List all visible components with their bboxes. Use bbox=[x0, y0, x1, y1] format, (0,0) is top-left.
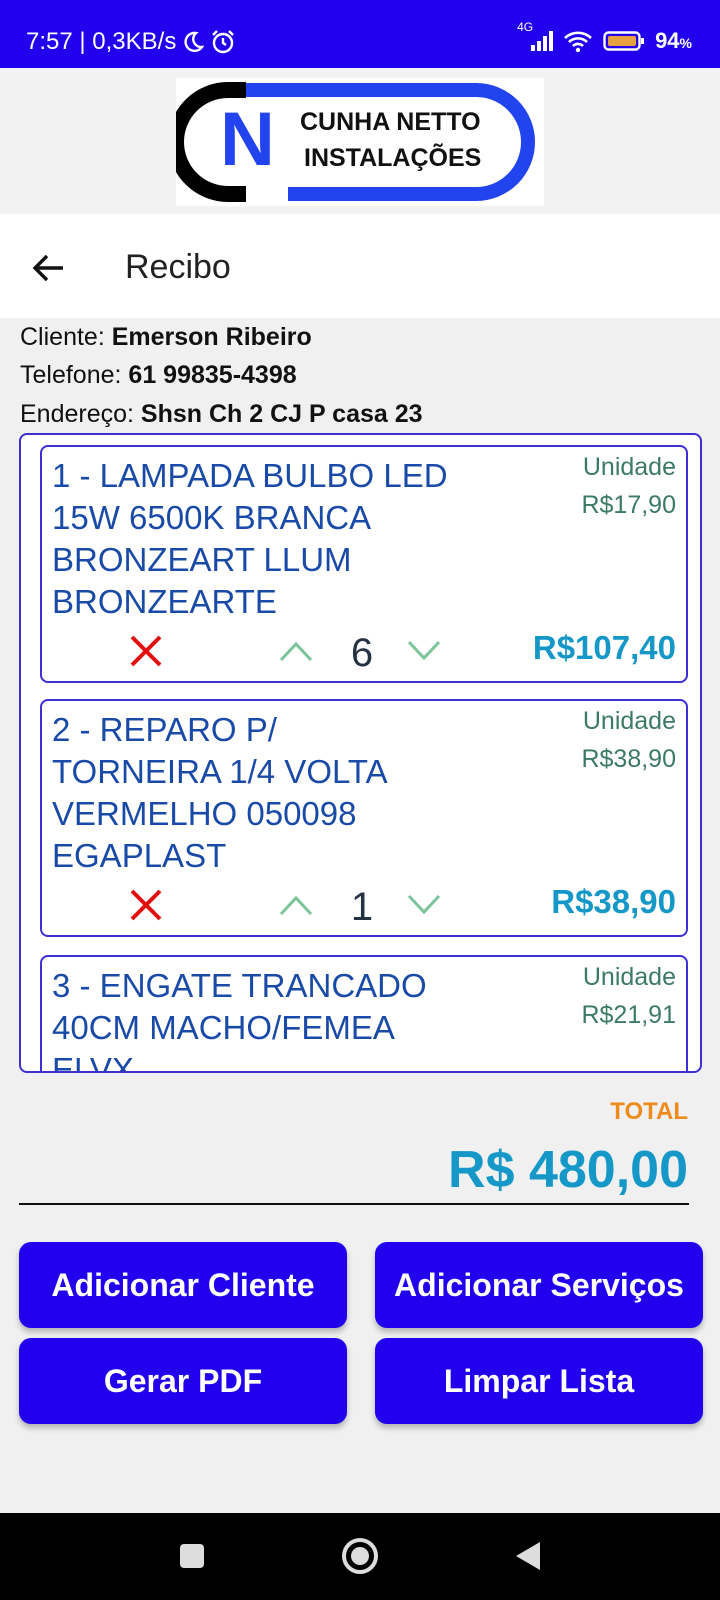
chevron-up-icon[interactable] bbox=[278, 639, 314, 663]
divider bbox=[19, 1203, 689, 1205]
list-item[interactable]: 3 - ENGATE TRANCADO 40CM MACHO/FEMEA ELV… bbox=[40, 955, 688, 1073]
logo-line2: INSTALAÇÕES bbox=[304, 144, 482, 172]
item-subtotal: R$107,40 bbox=[532, 629, 676, 666]
client-address-label: Endereço: bbox=[20, 400, 141, 428]
client-name-label: Cliente: bbox=[20, 323, 112, 351]
items-list[interactable]: 1 - LAMPADA BULBO LED 15W 6500K BRANCA B… bbox=[19, 433, 702, 1073]
list-item[interactable]: 1 - LAMPADA BULBO LED 15W 6500K BRANCA B… bbox=[40, 445, 688, 683]
list-item[interactable]: 2 - REPARO P/ TORNEIRA 1/4 VOLTA VERMELH… bbox=[40, 699, 688, 937]
client-phone: 61 99835-4398 bbox=[128, 361, 297, 389]
remove-x-icon[interactable] bbox=[128, 887, 164, 923]
page-title: Recibo bbox=[125, 248, 231, 286]
logo-letter: N bbox=[220, 97, 275, 182]
network-type: 4G bbox=[517, 20, 534, 34]
item-quantity: 6 bbox=[350, 631, 374, 675]
chevron-up-icon[interactable] bbox=[278, 893, 314, 917]
chevron-down-icon[interactable] bbox=[406, 639, 442, 663]
item-unit-label: Unidade bbox=[582, 707, 676, 735]
client-phone-row: Telefone: 61 99835-4398 bbox=[20, 361, 297, 390]
alarm-icon bbox=[210, 29, 236, 55]
item-name: 2 - REPARO P/ TORNEIRA 1/4 VOLTA VERMELH… bbox=[52, 711, 386, 874]
item-name: 3 - ENGATE TRANCADO 40CM MACHO/FEMEA ELV… bbox=[52, 967, 427, 1073]
client-address-row: Endereço: Shsn Ch 2 CJ P casa 23 bbox=[20, 400, 423, 429]
moon-icon bbox=[182, 31, 205, 53]
status-bar: 7:57 | 0,3KB/s 4G 94% bbox=[0, 0, 720, 68]
client-name-row: Cliente: Emerson Ribeiro bbox=[20, 323, 312, 352]
company-logo: N CUNHA NETTO INSTALAÇÕES bbox=[168, 78, 544, 206]
client-name: Emerson Ribeiro bbox=[111, 323, 312, 351]
item-quantity: 1 bbox=[350, 885, 374, 929]
remove-x-icon[interactable] bbox=[128, 633, 164, 669]
client-phone-label: Telefone: bbox=[20, 361, 129, 389]
triangle-nav-icon[interactable] bbox=[505, 1534, 549, 1578]
chevron-down-icon[interactable] bbox=[406, 893, 442, 917]
item-unit-label: Unidade bbox=[582, 453, 676, 481]
generate-pdf-button[interactable]: Gerar PDF bbox=[19, 1338, 347, 1424]
signal-icon: 4G bbox=[517, 20, 554, 52]
add-services-button[interactable]: Adicionar Serviços bbox=[375, 1242, 703, 1328]
item-subtotal: R$38,90 bbox=[551, 883, 676, 920]
status-right: 4G 94% bbox=[517, 20, 692, 54]
battery-icon bbox=[603, 30, 645, 52]
back-arrow-icon[interactable] bbox=[28, 250, 68, 286]
status-left: 7:57 | 0,3KB/s bbox=[26, 28, 236, 56]
item-unit-price: R$17,90 bbox=[581, 491, 676, 519]
app-bar bbox=[0, 214, 720, 318]
logo-line1: CUNHA NETTO bbox=[300, 108, 481, 136]
circle-nav-icon[interactable] bbox=[338, 1534, 382, 1578]
total-label: TOTAL bbox=[610, 1098, 688, 1125]
item-name: 1 - LAMPADA BULBO LED 15W 6500K BRANCA B… bbox=[52, 457, 448, 620]
square-nav-icon[interactable] bbox=[170, 1534, 214, 1578]
item-unit-label: Unidade bbox=[582, 963, 676, 991]
status-time: 7:57 | 0,3KB/s bbox=[26, 28, 177, 55]
add-client-button[interactable]: Adicionar Cliente bbox=[19, 1242, 347, 1328]
client-address: Shsn Ch 2 CJ P casa 23 bbox=[140, 400, 423, 428]
wifi-icon bbox=[563, 29, 593, 53]
item-unit-price: R$21,91 bbox=[581, 1001, 676, 1029]
total-value: R$ 480,00 bbox=[448, 1141, 688, 1199]
item-unit-price: R$38,90 bbox=[581, 745, 676, 773]
battery-level: 94% bbox=[655, 28, 692, 53]
clear-list-button[interactable]: Limpar Lista bbox=[375, 1338, 703, 1424]
